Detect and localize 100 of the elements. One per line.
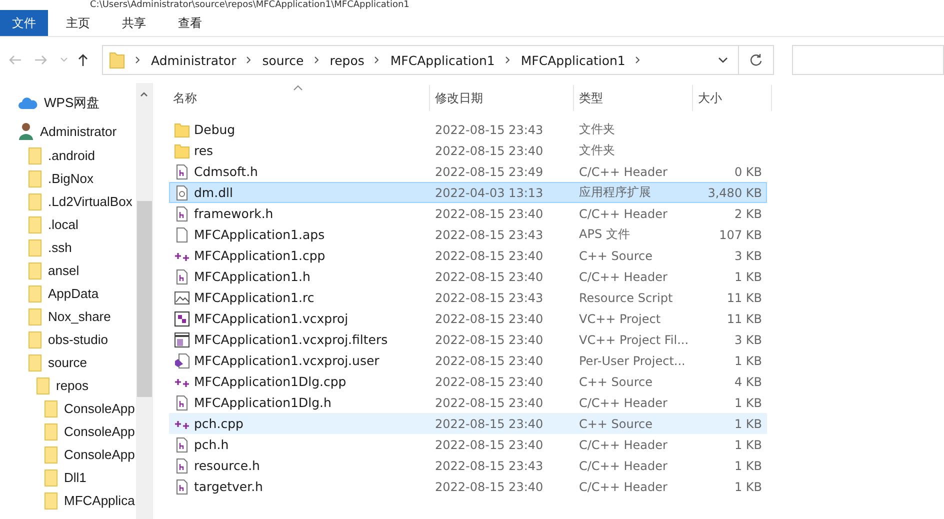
file-type: C++ Source [578, 374, 654, 388]
ribbon-tab[interactable]: 查看 [164, 10, 216, 36]
breadcrumb[interactable]: source [262, 52, 304, 68]
file-row[interactable]: MFCApplication1Dlg.cpp 2022-08-15 23:40 C++ Source 4 KB [169, 371, 767, 392]
file-row[interactable]: pch.cpp 2022-08-15 23:40 C++ Source 1 KB [169, 413, 767, 434]
file-size: 1 KB [733, 354, 763, 368]
file-name: MFCApplication1Dlg.h [194, 395, 332, 410]
file-row[interactable]: targetver.h 2022-08-15 23:40 C/C++ Header 1 KB [169, 476, 767, 497]
file-row[interactable]: Debug 2022-08-15 23:43 文件夹 [169, 119, 767, 140]
file-name: MFCApplication1.rc [194, 290, 314, 305]
folder-icon [28, 330, 42, 348]
file-row[interactable]: framework.h 2022-08-15 23:40 C/C++ Header 2 KB [169, 203, 767, 224]
file-type: C/C++ Header [578, 270, 668, 284]
file-type: C++ Source [578, 416, 654, 430]
modified-date: 2022-08-15 23:43 [434, 458, 544, 472]
folder-icon [28, 262, 42, 280]
file-name: Cdmsoft.h [194, 164, 258, 179]
file-type: 应用程序扩展 [578, 184, 652, 201]
file-type: APS 文件 [578, 226, 631, 243]
sidebar-item[interactable]: .ssh [48, 240, 72, 255]
sidebar-item[interactable]: WPS网盘 [44, 94, 100, 112]
file-row[interactable]: MFCApplication1.vcxproj 2022-08-15 23:40 VC++ Project 11 KB [169, 308, 767, 329]
breadcrumb[interactable]: MFCApplication1 [520, 52, 626, 68]
window-title: C:\Users\Administrator\source\repos\MFCApplication1\MFCApplication1 [90, 0, 410, 10]
file-row[interactable]: MFCApplication1.rc 2022-08-15 23:43 Resource Script 11 KB [169, 287, 767, 308]
file-row[interactable]: MFCApplication1.vcxproj.filters 2022-08-15 23:40 VC++ Project Fil... 3 KB [169, 329, 767, 350]
column-header[interactable]: 名称 [169, 85, 430, 111]
modified-date: 2022-08-15 23:40 [434, 396, 544, 410]
file-row[interactable]: Cdmsoft.h 2022-08-15 23:49 C/C++ Header 0 KB [169, 161, 767, 182]
sidebar-item[interactable]: MFCApplica [64, 493, 135, 508]
sidebar-item[interactable]: Dll1 [64, 470, 86, 485]
folder-icon [28, 354, 42, 372]
sidebar-item[interactable]: ConsoleApp [64, 401, 135, 416]
sidebar-item[interactable]: obs-studio [48, 332, 108, 347]
file-row[interactable]: res 2022-08-15 23:40 文件夹 [169, 140, 767, 161]
refresh-icon[interactable] [749, 53, 763, 67]
breadcrumb[interactable]: Administrator [151, 52, 236, 68]
file-type: C/C++ Header [578, 396, 668, 410]
forward-arrow-icon[interactable] [34, 53, 48, 67]
sidebar-item[interactable]: ConsoleApp [64, 424, 135, 439]
file-row[interactable]: MFCApplication1.cpp 2022-08-15 23:40 C++ Source 3 KB [169, 245, 767, 266]
breadcrumb[interactable]: repos [330, 52, 364, 68]
file-name: res [194, 143, 214, 158]
sidebar-item[interactable]: Nox_share [48, 309, 111, 324]
folder-icon [36, 376, 50, 394]
file-size: 1 KB [733, 416, 763, 430]
column-header[interactable]: 类型 [574, 85, 693, 111]
search-field[interactable] [792, 45, 944, 75]
sidebar-item[interactable]: ConsoleApp [64, 447, 135, 462]
file-row[interactable]: MFCApplication1.vcxproj.user 2022-08-15 23:40 Per-User Project... 1 KB [169, 350, 767, 371]
file-row[interactable]: resource.h 2022-08-15 23:43 C/C++ Header 1 KB [169, 455, 767, 476]
sidebar-item[interactable]: .local [48, 217, 78, 232]
sidebar-item[interactable]: ansel [48, 263, 80, 278]
file-size: 1 KB [733, 480, 763, 494]
column-header[interactable]: 修改日期 [430, 85, 574, 111]
address-bar[interactable]: Administrator source repos MFCApplication1 MFCApplication1 [102, 45, 774, 75]
file-type: Per-User Project... [578, 354, 686, 368]
sidebar-item[interactable]: .android [48, 148, 95, 163]
modified-date: 2022-04-03 13:13 [434, 186, 544, 200]
chevron-right-icon [504, 56, 511, 64]
back-arrow-icon[interactable] [8, 53, 22, 67]
file-row[interactable]: MFCApplication1.aps 2022-08-15 23:43 APS 文件 107 KB [169, 224, 767, 245]
chevron-right-icon [314, 56, 320, 64]
breadcrumb[interactable]: MFCApplication1 [390, 52, 495, 68]
file-type: C/C++ Header [578, 458, 668, 472]
file-type: C/C++ Header [578, 164, 668, 178]
folder-icon [44, 468, 58, 486]
scrollbar-thumb[interactable] [136, 201, 152, 397]
chevron-right-icon [374, 56, 380, 64]
folder-icon [28, 146, 42, 164]
ribbon-tab[interactable]: 共享 [108, 10, 160, 36]
folder-icon [174, 122, 190, 138]
column-header[interactable]: 大小 [693, 85, 772, 111]
folder-icon [44, 446, 58, 464]
sidebar-item[interactable]: source [48, 355, 88, 370]
sidebar-item[interactable]: AppData [48, 286, 99, 301]
chevron-right-icon [246, 56, 252, 64]
up-arrow-icon[interactable] [76, 53, 90, 67]
sidebar-item[interactable]: repos [56, 378, 89, 393]
folder-icon [174, 142, 190, 158]
file-name: Debug [194, 122, 236, 137]
file-type: C++ Source [578, 248, 654, 262]
file-name: MFCApplication1.aps [194, 227, 325, 242]
file-row[interactable]: dm.dll 2022-04-03 13:13 应用程序扩展 3,480 KB [169, 182, 767, 203]
file-size: 3 KB [733, 248, 763, 262]
studio-file-icon [174, 352, 190, 368]
file-row[interactable]: pch.h 2022-08-15 23:40 C/C++ Header 1 KB [169, 434, 767, 455]
chevron-up-icon[interactable] [140, 91, 148, 97]
sidebar-item[interactable]: .Ld2VirtualBox [48, 194, 132, 209]
scrollbar[interactable] [136, 83, 152, 519]
sidebar-item[interactable]: .BigNox [48, 171, 94, 186]
modified-date: 2022-08-15 23:40 [434, 270, 544, 284]
ribbon-tab[interactable]: 文件 [0, 10, 48, 36]
sidebar-item[interactable]: Administrator [40, 124, 117, 138]
file-row[interactable]: MFCApplication1.h 2022-08-15 23:40 C/C++ Header 1 KB [169, 266, 767, 287]
file-size: 3,480 KB [706, 186, 763, 200]
ribbon-tab[interactable]: 主页 [52, 10, 104, 36]
file-row[interactable]: MFCApplication1Dlg.h 2022-08-15 23:40 C/C++ Header 1 KB [169, 392, 767, 413]
chevron-down-icon[interactable] [718, 57, 728, 63]
file-name: dm.dll [194, 185, 233, 200]
